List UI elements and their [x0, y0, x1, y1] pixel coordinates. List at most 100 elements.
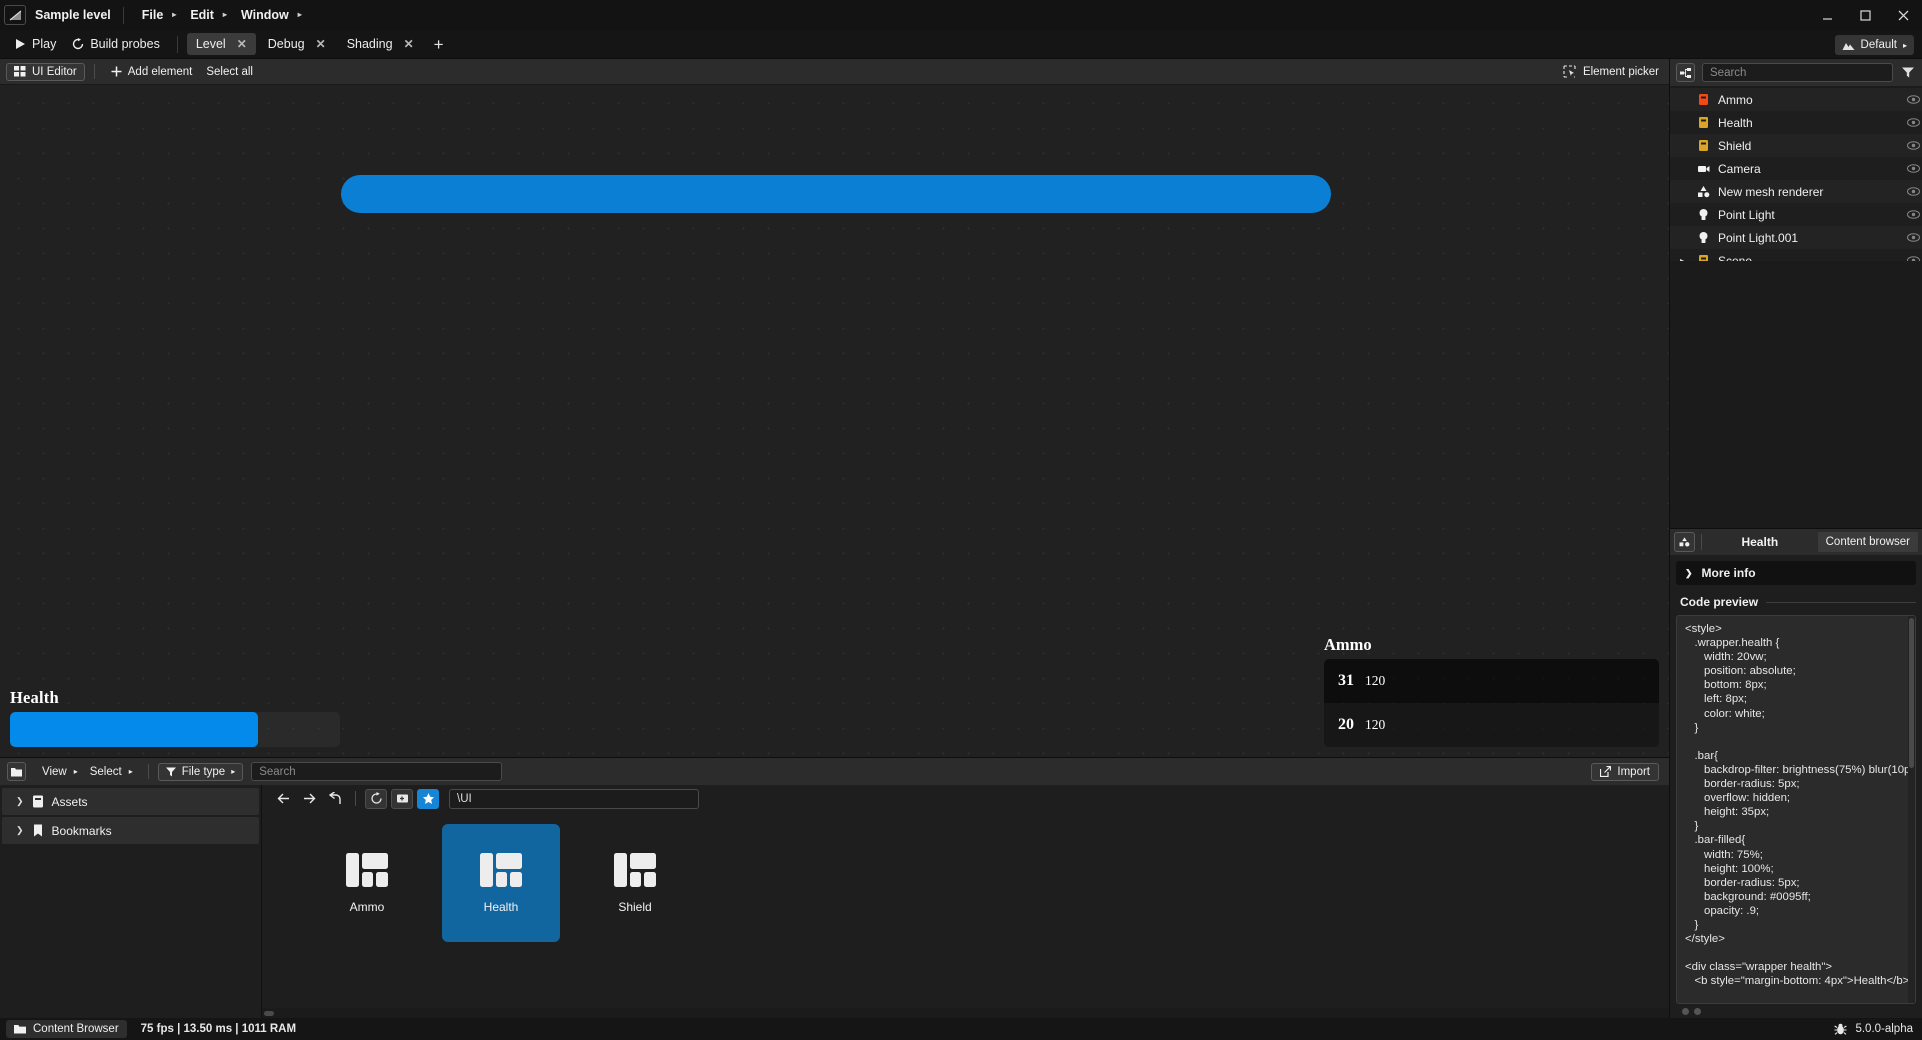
health-widget[interactable]: Health: [10, 688, 340, 747]
menu-file-label: File: [141, 8, 164, 22]
asset-tile-ammo[interactable]: Ammo: [308, 824, 426, 942]
bug-icon[interactable]: [1834, 1023, 1848, 1036]
inspector-divider: [1701, 534, 1702, 550]
inspector-resize-dots[interactable]: [1676, 1004, 1916, 1018]
status-content-browser-button[interactable]: Content Browser: [6, 1020, 127, 1038]
star-icon[interactable]: [417, 788, 439, 809]
file-type-filter-button[interactable]: File type ▸: [157, 762, 244, 781]
ui-widget-icon: [1696, 116, 1711, 129]
view-menu[interactable]: View ▸: [36, 764, 84, 780]
hierarchy-empty-space: [1670, 261, 1922, 528]
element-picker-button[interactable]: Element picker: [1563, 65, 1659, 78]
application-window: Sample level File ▸ Edit ▸ Window ▸ Play…: [0, 0, 1922, 1040]
inspector-panel: Health Content browser ❯ More info Code …: [1670, 528, 1922, 1018]
hierarchy-node-ammo[interactable]: Ammo: [1670, 88, 1922, 111]
select-menu[interactable]: Select ▸: [84, 764, 139, 780]
menu-file[interactable]: File ▸: [134, 4, 183, 26]
chevron-right-icon[interactable]: ❯: [16, 825, 24, 836]
chevron-right-icon: ▸: [128, 767, 133, 776]
chevron-right-icon[interactable]: ❯: [16, 796, 24, 807]
hierarchy-node-shield[interactable]: Shield: [1670, 134, 1922, 157]
add-element-button[interactable]: Add element: [104, 64, 200, 80]
ui-editor-mode-button[interactable]: UI Editor: [6, 62, 85, 81]
add-tab-button[interactable]: +: [426, 36, 452, 53]
hierarchy-search-input[interactable]: Search: [1702, 63, 1893, 82]
scrollbar-thumb[interactable]: [264, 1011, 274, 1016]
close-icon[interactable]: ✕: [316, 38, 326, 50]
tree-item-bookmarks[interactable]: ❯ Bookmarks: [2, 817, 259, 844]
asset-tile-label: Ammo: [349, 900, 385, 914]
eye-icon[interactable]: [1904, 210, 1922, 219]
document-tab-debug[interactable]: Debug ✕: [259, 33, 335, 55]
import-icon: [1600, 766, 1612, 777]
ammo-widget[interactable]: Ammo 31 120 20 120: [1324, 635, 1659, 747]
mesh-icon: [1696, 185, 1711, 198]
tree-item-label: Assets: [51, 794, 88, 809]
minimize-icon[interactable]: [1808, 0, 1846, 30]
hierarchy-node-label: Camera: [1718, 161, 1761, 176]
eye-icon[interactable]: [1904, 233, 1922, 242]
build-probes-button[interactable]: Build probes: [64, 34, 168, 54]
document-tab-level[interactable]: Level ✕: [186, 33, 256, 55]
close-icon[interactable]: ✕: [237, 38, 247, 50]
content-browser-search-input[interactable]: Search: [251, 762, 503, 781]
import-button[interactable]: Import: [1591, 762, 1659, 781]
eye-icon[interactable]: [1904, 118, 1922, 127]
inspector-tab-content-browser[interactable]: Content browser: [1817, 532, 1918, 552]
asset-tile-label: Shield: [618, 900, 652, 914]
hierarchy-node-new-mesh-renderer[interactable]: New mesh renderer: [1670, 180, 1922, 203]
arrow-right-icon[interactable]: [298, 789, 320, 809]
menu-edit-label: Edit: [190, 8, 214, 22]
play-button[interactable]: Play: [6, 34, 64, 54]
element-picker-icon: [1563, 65, 1576, 78]
eye-icon[interactable]: [1904, 95, 1922, 104]
code-preview-scrollbar[interactable]: [1908, 616, 1915, 1003]
select-all-button[interactable]: Select all: [199, 64, 260, 80]
chevron-right-icon: ▸: [231, 767, 236, 776]
asset-tile-shield[interactable]: Shield: [576, 824, 694, 942]
close-icon[interactable]: [1884, 0, 1922, 30]
folder-icon[interactable]: [7, 762, 26, 781]
viewport-top-bar-element[interactable]: [341, 175, 1331, 213]
hierarchy-node-label: Point Light: [1718, 207, 1775, 222]
hierarchy-toolbar: Search: [1670, 59, 1922, 86]
shapes-icon[interactable]: [1674, 532, 1695, 552]
app-logo-icon: [4, 5, 26, 25]
funnel-icon[interactable]: [1900, 67, 1916, 78]
hierarchy-node-scene[interactable]: ▸ Scene: [1670, 249, 1922, 261]
path-input[interactable]: \UI: [449, 788, 699, 809]
ui-viewport[interactable]: Health Ammo 31 120 20 120: [0, 85, 1669, 757]
scrollbar-thumb[interactable]: [1909, 618, 1914, 768]
hierarchy-node-point-light[interactable]: Point Light: [1670, 203, 1922, 226]
eye-icon[interactable]: [1904, 256, 1922, 261]
layout-selector[interactable]: Default ▸: [1834, 35, 1914, 55]
more-info-section[interactable]: ❯ More info: [1676, 561, 1916, 585]
close-icon[interactable]: ✕: [404, 38, 414, 50]
ammo-row: 31 120: [1324, 659, 1659, 703]
arrow-up-level-icon[interactable]: [324, 789, 346, 809]
hierarchy-node-point-light-001[interactable]: Point Light.001: [1670, 226, 1922, 249]
menu-window[interactable]: Window ▸: [233, 4, 308, 26]
code-preview-box[interactable]: <style> .wrapper.health { width: 20vw; p…: [1676, 615, 1916, 1004]
resize-dot: [1682, 1008, 1689, 1015]
content-browser-hscrollbar[interactable]: [262, 1008, 1669, 1018]
menu-edit[interactable]: Edit ▸: [182, 4, 233, 26]
menu-window-label: Window: [240, 8, 289, 22]
inspector-body: ❯ More info Code preview <style> .wrappe…: [1670, 555, 1922, 1018]
document-tab-shading[interactable]: Shading ✕: [338, 33, 423, 55]
eye-icon[interactable]: [1904, 141, 1922, 150]
performance-stats: 75 fps | 13.50 ms | 1011 RAM: [140, 1023, 297, 1035]
hierarchy-icon[interactable]: [1676, 63, 1695, 82]
tree-item-assets[interactable]: ❯ Assets: [2, 788, 259, 815]
eye-icon[interactable]: [1904, 164, 1922, 173]
new-item-icon[interactable]: [391, 788, 413, 809]
arrow-left-icon[interactable]: [272, 789, 294, 809]
chevron-right-icon: ▸: [73, 767, 78, 776]
hierarchy-node-camera[interactable]: Camera: [1670, 157, 1922, 180]
maximize-icon[interactable]: [1846, 0, 1884, 30]
eye-icon[interactable]: [1904, 187, 1922, 196]
refresh-icon[interactable]: [365, 788, 387, 809]
hierarchy-node-health[interactable]: Health: [1670, 111, 1922, 134]
chevron-right-icon: ▸: [1902, 40, 1907, 50]
asset-tile-health[interactable]: Health: [442, 824, 560, 942]
